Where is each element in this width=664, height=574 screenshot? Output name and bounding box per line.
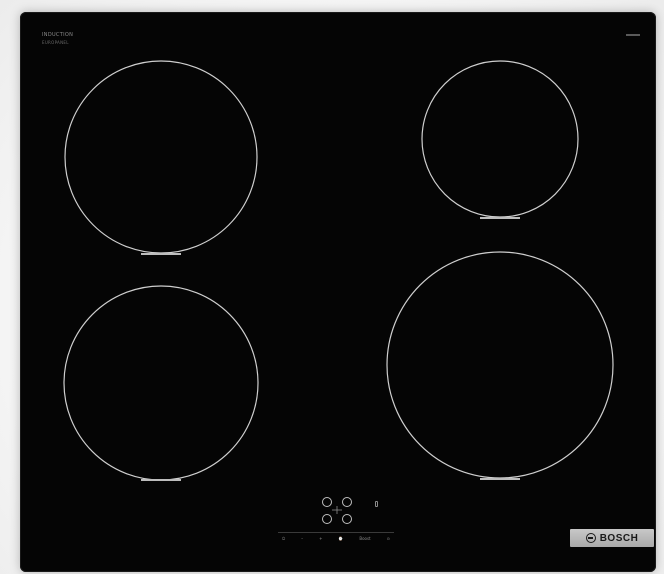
cooking-zone-rear-right	[421, 60, 579, 219]
plus-button[interactable]: +	[319, 536, 322, 541]
product-photo: INDUCTION EUROPANEL ⏻ – + ⌚ Boost ⊙ BOSC…	[0, 0, 664, 574]
keep-warm-button[interactable]: ⊙	[387, 536, 390, 541]
bosch-armature-icon	[585, 533, 596, 543]
power-button[interactable]: ⏻	[282, 536, 285, 541]
zone-selector[interactable]	[319, 494, 355, 526]
cooking-zone-front-right	[386, 251, 614, 480]
zone-select-rear-right-icon[interactable]	[342, 497, 352, 507]
brand-name: BOSCH	[599, 532, 639, 544]
timer-button[interactable]: ⌚	[338, 536, 343, 541]
brand-plate: BOSCH	[570, 529, 654, 547]
zone-select-rear-left-icon[interactable]	[322, 497, 332, 507]
child-lock-icon[interactable]	[375, 501, 378, 507]
induction-hob: INDUCTION EUROPANEL ⏻ – + ⌚ Boost ⊙ BOSC…	[20, 12, 656, 572]
cooking-zone-rear-left	[64, 60, 258, 255]
touch-control-strip: ⏻ – + ⌚ Boost ⊙	[278, 532, 394, 544]
boost-button[interactable]: Boost	[359, 536, 370, 541]
cooking-zone-front-left	[63, 285, 259, 481]
cooking-zones	[63, 60, 614, 481]
zone-select-front-right-icon[interactable]	[342, 514, 352, 524]
zone-select-front-left-icon[interactable]	[322, 514, 332, 524]
minus-button[interactable]: –	[301, 536, 303, 541]
